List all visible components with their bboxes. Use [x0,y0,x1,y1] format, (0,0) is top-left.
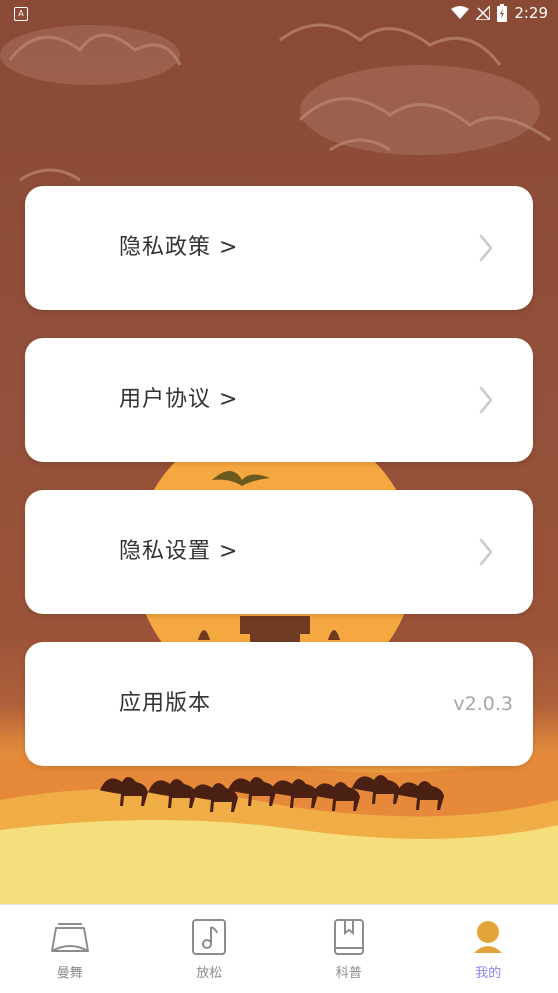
privacy-policy-label: 隐私政策 > [119,186,238,310]
tab-relax-label: 放松 [140,962,280,981]
privacy-settings-label: 隐私设置 > [119,490,238,614]
status-icons: 2:29 [451,4,548,22]
status-bar: A 2:29 [0,0,558,28]
privacy-policy-item[interactable]: 隐私政策 > [25,186,533,310]
privacy-settings-item[interactable]: 隐私设置 > [25,490,533,614]
tab-science-label: 科普 [279,962,419,981]
tab-science[interactable]: 科普 [279,905,419,993]
tab-dance[interactable]: 曼舞 [0,905,140,993]
bottom-nav: 曼舞 放松 科普 我的 [0,904,558,993]
chevron-right-icon [479,538,493,566]
music-note-icon [189,919,229,955]
app-version-value: v2.0.3 [453,642,513,766]
chevron-right-icon [479,386,493,414]
user-agreement-label: 用户协议 > [119,338,238,462]
dance-stage-icon [50,919,90,955]
status-time: 2:29 [514,4,548,22]
wifi-icon [451,6,469,20]
app-version-item: 应用版本 v2.0.3 [25,642,533,766]
book-icon [329,919,369,955]
notification-a-icon: A [14,7,28,21]
chevron-right-icon [479,234,493,262]
signal-icon [476,6,490,20]
tab-dance-label: 曼舞 [0,962,140,981]
app-version-label: 应用版本 [119,642,211,766]
user-avatar-icon [468,919,508,955]
tab-mine[interactable]: 我的 [419,905,558,993]
battery-charging-icon [497,4,507,22]
user-agreement-item[interactable]: 用户协议 > [25,338,533,462]
tab-mine-label: 我的 [419,962,558,981]
tab-relax[interactable]: 放松 [140,905,280,993]
